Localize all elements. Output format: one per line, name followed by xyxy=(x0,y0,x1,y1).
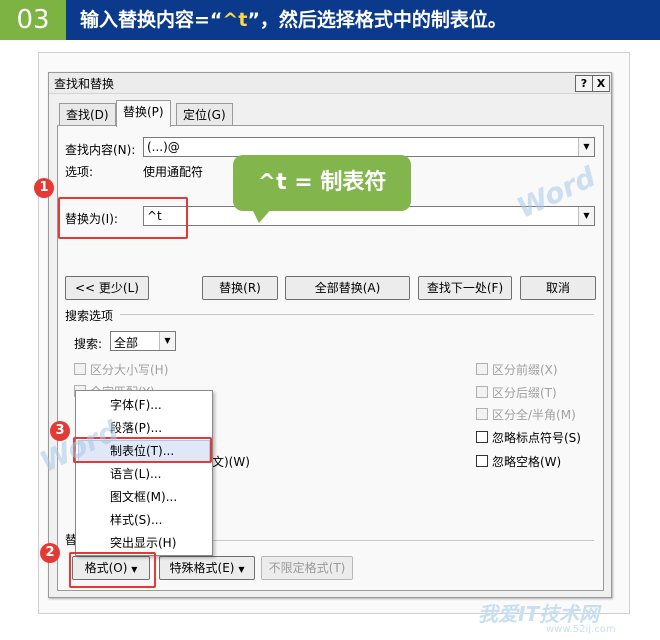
replace-dropdown-arrow-icon[interactable]: ▼ xyxy=(578,207,594,225)
find-value: (...)@ xyxy=(147,140,180,154)
highlight-code: ^t xyxy=(222,9,248,31)
menu-item-style[interactable]: 样式(S)... xyxy=(110,510,162,530)
cancel-button[interactable]: 取消 xyxy=(520,276,596,300)
tab-goto[interactable]: 定位(G) xyxy=(176,103,233,126)
menu-item-frame[interactable]: 图文框(M)... xyxy=(110,487,177,507)
format-menu: 字体(F)... 段落(P)... 制表位(T)... 语言(L)... 图文框… xyxy=(75,390,213,556)
search-options-title: 搜索选项 xyxy=(65,309,114,323)
site-watermark: 我爱IT技术网 xyxy=(478,602,600,626)
find-input[interactable]: (...)@ ▼ xyxy=(143,137,595,157)
no-format-button[interactable]: 不限定格式(T) xyxy=(261,556,353,580)
menu-item-highlight[interactable]: 突出显示(H) xyxy=(110,533,176,553)
match-suffix-checkbox[interactable]: 区分后缀(T) xyxy=(476,384,557,401)
callout-bubble: ^t = 制表符 xyxy=(233,155,411,223)
search-options-divider xyxy=(120,314,594,315)
menu-item-font[interactable]: 字体(F)... xyxy=(110,395,162,415)
ignore-punctuation-checkbox[interactable]: 忽略标点符号(S) xyxy=(476,429,581,446)
tab-find[interactable]: 查找(D) xyxy=(59,103,116,126)
partial-option-label: 文)(W) xyxy=(212,455,250,469)
find-next-button[interactable]: 查找下一处(F) xyxy=(418,276,512,300)
find-dropdown-arrow-icon[interactable]: ▼ xyxy=(578,138,594,156)
instruction-text: 输入替换内容=“^t”，然后选择格式中的制表位。 xyxy=(80,9,507,31)
options-label: 选项: xyxy=(65,165,94,179)
dialog-title: 查找和替换 xyxy=(54,77,115,91)
instruction-banner: 03 输入替换内容=“^t”，然后选择格式中的制表位。 xyxy=(0,0,660,40)
special-format-button[interactable]: 特殊格式(E) ▼ xyxy=(159,556,255,580)
site-url-watermark: www.52ij.com xyxy=(546,624,616,635)
less-button[interactable]: << 更少(L) xyxy=(65,276,149,300)
match-width-checkbox[interactable]: 区分全/半角(M) xyxy=(476,406,576,423)
replace-all-button[interactable]: 全部替换(A) xyxy=(285,276,410,300)
callout-text: ^t = 制表符 xyxy=(257,170,387,195)
special-dropdown-icon: ▼ xyxy=(238,565,245,574)
menu-item-language[interactable]: 语言(L)... xyxy=(110,464,162,484)
format-button-highlight xyxy=(69,552,156,588)
replace-section-divider xyxy=(212,540,594,541)
find-label: 查找内容(N): xyxy=(65,143,136,157)
options-value: 使用通配符 xyxy=(143,165,204,179)
help-button[interactable]: ? xyxy=(575,75,593,92)
callout-tail xyxy=(251,207,273,223)
step-2-marker: 2 xyxy=(40,543,60,563)
replace-field-highlight xyxy=(58,197,188,239)
close-button[interactable]: X xyxy=(592,75,610,92)
dialog-titlebar: 查找和替换 ? X xyxy=(49,73,611,94)
search-direction-arrow-icon[interactable]: ▼ xyxy=(159,332,175,350)
ignore-space-checkbox[interactable]: 忽略空格(W) xyxy=(476,453,561,470)
search-direction-select[interactable]: 全部 ▼ xyxy=(110,331,176,351)
match-prefix-checkbox[interactable]: 区分前缀(X) xyxy=(476,361,558,378)
replace-button[interactable]: 替换(R) xyxy=(202,276,278,300)
step-1-marker: 1 xyxy=(34,178,54,198)
search-direction-label: 搜索: xyxy=(74,337,103,351)
step-number: 03 xyxy=(0,0,66,40)
tab-replace[interactable]: 替换(P) xyxy=(116,100,171,127)
match-case-checkbox[interactable]: 区分大小写(H) xyxy=(74,361,168,378)
